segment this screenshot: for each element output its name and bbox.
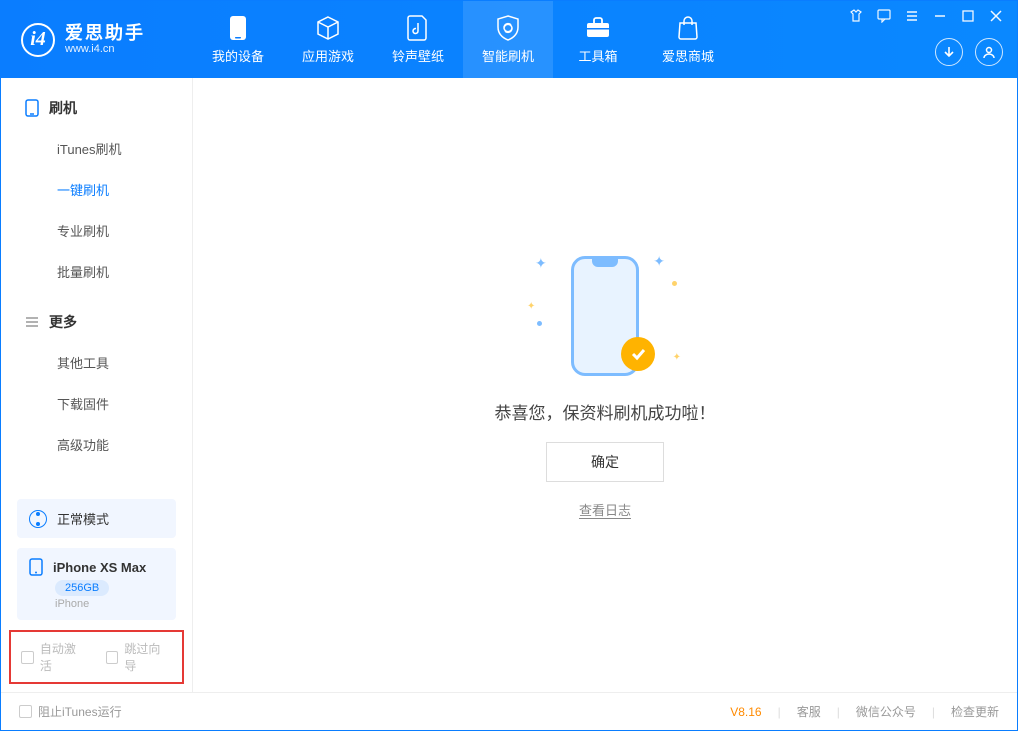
ok-button[interactable]: 确定 [546, 442, 664, 482]
device-name: iPhone XS Max [53, 560, 146, 575]
main-content: ✦ ✦ ✦ ✦ 恭喜您，保资料刷机成功啦！ 确定 查看日志 [193, 78, 1017, 692]
tab-label: 爱思商城 [662, 46, 714, 65]
nav-tabs: 我的设备 应用游戏 铃声壁纸 智能刷机 工具箱 爱思商城 [193, 1, 733, 78]
check-badge-icon [621, 337, 655, 371]
check-update-link[interactable]: 检查更新 [951, 703, 999, 720]
close-button[interactable] [989, 9, 1003, 23]
app-logo-icon: i4 [21, 23, 55, 57]
tab-toolbox[interactable]: 工具箱 [553, 1, 643, 78]
sidebar-item-oneclick-flash[interactable]: 一键刷机 [1, 169, 192, 210]
phone-icon [25, 99, 39, 117]
tab-my-device[interactable]: 我的设备 [193, 1, 283, 78]
sidebar-item-batch-flash[interactable]: 批量刷机 [1, 251, 192, 292]
footer: 阻止iTunes运行 V8.16 | 客服 | 微信公众号 | 检查更新 [1, 692, 1017, 730]
section-title: 更多 [49, 312, 77, 332]
app-header: i4 爱思助手 www.i4.cn 我的设备 应用游戏 铃声壁纸 智能刷机 工具… [1, 1, 1017, 78]
sidebar-item-advanced[interactable]: 高级功能 [1, 424, 192, 465]
mode-box[interactable]: 正常模式 [17, 499, 176, 538]
support-link[interactable]: 客服 [797, 703, 821, 720]
header-right [849, 1, 1017, 78]
checkbox-icon [106, 651, 119, 664]
footer-right: V8.16 | 客服 | 微信公众号 | 检查更新 [730, 703, 999, 720]
window-controls [849, 9, 1003, 23]
app-name-cn: 爱思助手 [65, 24, 145, 44]
sparkle-icon: ✦ [535, 255, 547, 272]
sidebar-item-download-firmware[interactable]: 下载固件 [1, 383, 192, 424]
checkbox-icon [21, 651, 34, 664]
sidebar-item-other-tools[interactable]: 其他工具 [1, 342, 192, 383]
version-label: V8.16 [730, 705, 761, 719]
user-icon[interactable] [975, 38, 1003, 66]
toolbox-icon [585, 15, 611, 41]
device-box[interactable]: iPhone XS Max 256GB iPhone [17, 548, 176, 620]
checkbox-skip-guide[interactable]: 跳过向导 [106, 640, 173, 674]
logo-area: i4 爱思助手 www.i4.cn [1, 1, 193, 78]
music-file-icon [405, 15, 431, 41]
tab-label: 铃声壁纸 [392, 46, 444, 65]
section-title: 刷机 [49, 98, 77, 118]
sparkle-icon: ✦ [653, 253, 665, 270]
sidebar-header-more: 更多 [1, 306, 192, 342]
feedback-icon[interactable] [877, 9, 891, 23]
sparkle-icon: ✦ [673, 352, 681, 363]
sidebar-header-flash: 刷机 [1, 92, 192, 128]
sparkle-icon: ✦ [527, 301, 535, 312]
success-illustration: ✦ ✦ ✦ ✦ [525, 251, 685, 381]
checkbox-label: 自动激活 [40, 640, 88, 674]
mode-icon [29, 510, 47, 528]
app-name-en: www.i4.cn [65, 43, 145, 55]
view-log-link[interactable]: 查看日志 [579, 500, 631, 519]
cube-icon [315, 15, 341, 41]
tab-label: 工具箱 [578, 46, 617, 65]
bag-icon [675, 15, 701, 41]
tab-apps-games[interactable]: 应用游戏 [283, 1, 373, 78]
success-message: 恭喜您，保资料刷机成功啦！ [495, 399, 716, 424]
tab-smart-flash[interactable]: 智能刷机 [463, 1, 553, 78]
mode-label: 正常模式 [57, 509, 109, 528]
list-icon [25, 315, 39, 329]
shield-sync-icon [495, 15, 521, 41]
sidebar-item-itunes-flash[interactable]: iTunes刷机 [1, 128, 192, 169]
storage-pill: 256GB [55, 580, 109, 596]
maximize-button[interactable] [961, 9, 975, 23]
sidebar-section-more: 更多 其他工具 下载固件 高级功能 [1, 292, 192, 465]
minimize-button[interactable] [933, 9, 947, 23]
tshirt-icon[interactable] [849, 9, 863, 23]
device-phone-icon [29, 558, 43, 576]
tab-store[interactable]: 爱思商城 [643, 1, 733, 78]
checkbox-icon [19, 705, 32, 718]
checkbox-label: 跳过向导 [124, 640, 172, 674]
logo-text: 爱思助手 www.i4.cn [65, 24, 145, 56]
menu-icon[interactable] [905, 9, 919, 23]
options-box: 自动激活 跳过向导 [9, 630, 184, 684]
device-icon [225, 15, 251, 41]
wechat-link[interactable]: 微信公众号 [856, 703, 916, 720]
dot-icon [672, 281, 677, 286]
body-area: 刷机 iTunes刷机 一键刷机 专业刷机 批量刷机 更多 其他工具 下载固件 … [1, 78, 1017, 692]
sidebar: 刷机 iTunes刷机 一键刷机 专业刷机 批量刷机 更多 其他工具 下载固件 … [1, 78, 193, 692]
tab-label: 智能刷机 [482, 46, 534, 65]
sidebar-section-flash: 刷机 iTunes刷机 一键刷机 专业刷机 批量刷机 [1, 78, 192, 292]
checkbox-block-itunes[interactable]: 阻止iTunes运行 [19, 703, 122, 720]
checkbox-label: 阻止iTunes运行 [38, 703, 122, 720]
dot-icon [537, 321, 542, 326]
user-icons [935, 38, 1003, 66]
tab-ringtones-wallpapers[interactable]: 铃声壁纸 [373, 1, 463, 78]
tab-label: 应用游戏 [302, 46, 354, 65]
tab-label: 我的设备 [212, 46, 264, 65]
sidebar-item-pro-flash[interactable]: 专业刷机 [1, 210, 192, 251]
download-icon[interactable] [935, 38, 963, 66]
checkbox-auto-activate[interactable]: 自动激活 [21, 640, 88, 674]
device-type: iPhone [55, 598, 164, 610]
